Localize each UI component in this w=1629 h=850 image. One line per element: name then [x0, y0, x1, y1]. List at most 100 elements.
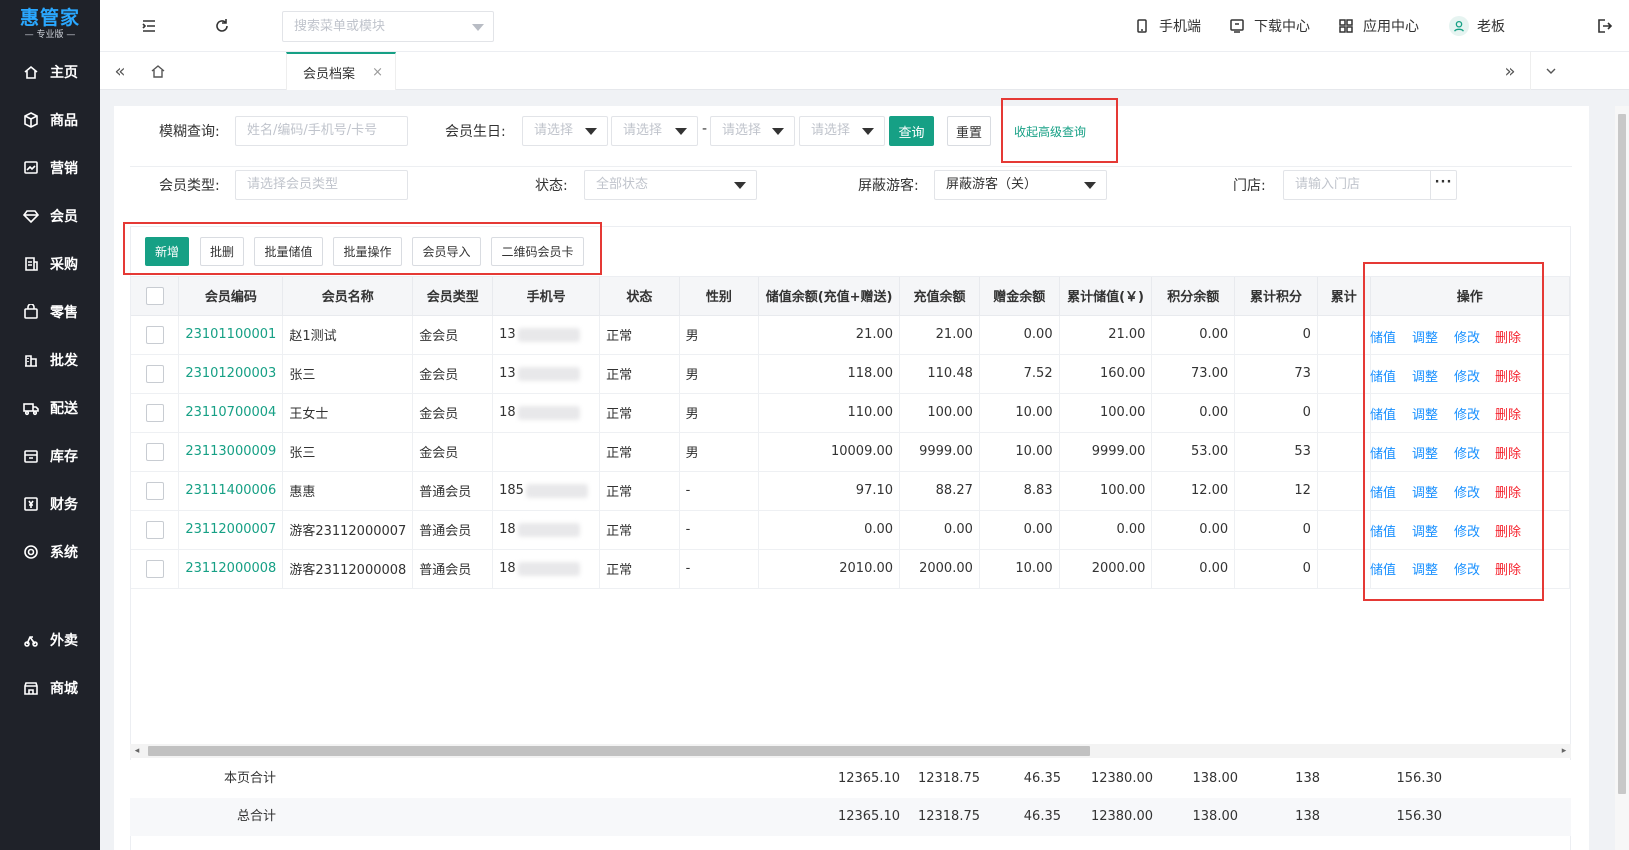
- app-center-link[interactable]: 应用中心: [1338, 16, 1419, 36]
- refresh-icon[interactable]: [213, 17, 231, 35]
- column-header[interactable]: 会员编码: [178, 277, 284, 316]
- birthday-start-month-select[interactable]: 请选择: [522, 116, 608, 146]
- menu-search-input[interactable]: 搜索菜单或模块: [282, 11, 494, 42]
- adjust-link[interactable]: 调整: [1412, 482, 1438, 501]
- column-header[interactable]: 累计积分: [1234, 277, 1318, 316]
- member-code-link[interactable]: 23113000009: [178, 432, 284, 472]
- horizontal-scrollbar[interactable]: ◂ ▸: [130, 744, 1571, 758]
- scroll-left-icon[interactable]: ◂: [130, 744, 144, 758]
- edit-link[interactable]: 修改: [1454, 404, 1480, 423]
- column-header[interactable]: 赠金余额: [979, 277, 1060, 316]
- column-header[interactable]: 状态: [599, 277, 680, 316]
- table-row[interactable]: 23112000008 游客23112000008 普通会员 18 正常 -2010.00…: [131, 549, 1570, 589]
- batch-delete-button[interactable]: 批删: [200, 237, 244, 266]
- sidebar-item[interactable]: 零售: [0, 288, 100, 336]
- row-checkbox[interactable]: [145, 442, 164, 461]
- delete-link[interactable]: 删除: [1495, 521, 1521, 540]
- recharge-link[interactable]: 储值: [1370, 482, 1396, 501]
- sidebar-item[interactable]: 主页: [0, 48, 100, 96]
- recharge-link[interactable]: 储值: [1370, 404, 1396, 423]
- row-checkbox[interactable]: [145, 403, 164, 422]
- batch-operation-button[interactable]: 批量操作: [333, 237, 402, 266]
- select-all-checkbox[interactable]: [145, 286, 164, 305]
- query-button[interactable]: 查询: [889, 116, 934, 146]
- table-row[interactable]: 23113000009 张三 金会员 正常男 10009.00 9999.00 10.00 9…: [131, 432, 1570, 472]
- row-checkbox[interactable]: [145, 481, 164, 500]
- adjust-link[interactable]: 调整: [1412, 327, 1438, 346]
- sidebar-item[interactable]: 配送: [0, 384, 100, 432]
- column-header[interactable]: 性别: [679, 277, 760, 316]
- column-header[interactable]: 储值余额(充值+赠送): [758, 277, 901, 316]
- delete-link[interactable]: 删除: [1495, 327, 1521, 346]
- batch-recharge-button[interactable]: 批量储值: [254, 237, 323, 266]
- mobile-link[interactable]: 手机端: [1134, 16, 1201, 36]
- hide-guest-select[interactable]: 屏蔽游客（关）: [934, 170, 1107, 200]
- scroll-right-icon[interactable]: ▸: [1557, 744, 1571, 758]
- user-menu[interactable]: 老板: [1449, 16, 1505, 36]
- edit-link[interactable]: 修改: [1454, 327, 1480, 346]
- tabs-scroll-right-icon[interactable]: »: [1490, 52, 1530, 90]
- sidebar-item[interactable]: 营销: [0, 144, 100, 192]
- qr-member-card-button[interactable]: 二维码会员卡: [491, 237, 584, 266]
- menu-toggle-icon[interactable]: [140, 17, 158, 35]
- row-checkbox[interactable]: [145, 364, 164, 383]
- member-import-button[interactable]: 会员导入: [412, 237, 481, 266]
- row-checkbox[interactable]: [145, 520, 164, 539]
- member-code-link[interactable]: 23110700004: [178, 393, 284, 433]
- row-checkbox[interactable]: [145, 559, 164, 578]
- scrollbar-thumb[interactable]: [1618, 114, 1626, 794]
- sidebar-item[interactable]: 系统: [0, 528, 100, 576]
- store-input[interactable]: 请输入门店 ···: [1283, 170, 1457, 200]
- birthday-end-month-select[interactable]: 请选择: [710, 116, 795, 146]
- edit-link[interactable]: 修改: [1454, 482, 1480, 501]
- status-select[interactable]: 全部状态: [584, 170, 757, 200]
- sidebar-item[interactable]: 商城: [0, 664, 100, 712]
- home-tab-icon[interactable]: [138, 52, 178, 90]
- adjust-link[interactable]: 调整: [1412, 559, 1438, 578]
- row-checkbox[interactable]: [145, 325, 164, 344]
- sidebar-item[interactable]: 批发: [0, 336, 100, 384]
- delete-link[interactable]: 删除: [1495, 443, 1521, 462]
- recharge-link[interactable]: 储值: [1370, 327, 1396, 346]
- delete-link[interactable]: 删除: [1495, 482, 1521, 501]
- delete-link[interactable]: 删除: [1495, 404, 1521, 423]
- scrollbar-thumb[interactable]: [148, 746, 1090, 756]
- recharge-link[interactable]: 储值: [1370, 443, 1396, 462]
- sidebar-item[interactable]: 商品: [0, 96, 100, 144]
- column-header[interactable]: 累计储值(￥): [1059, 277, 1153, 316]
- download-center-link[interactable]: 下载中心: [1229, 16, 1310, 36]
- logout-icon[interactable]: [1595, 17, 1613, 35]
- column-header[interactable]: 会员名称: [282, 277, 414, 316]
- member-type-select[interactable]: 请选择会员类型: [235, 170, 408, 200]
- edit-link[interactable]: 修改: [1454, 443, 1480, 462]
- birthday-start-day-select[interactable]: 请选择: [611, 116, 698, 146]
- adjust-link[interactable]: 调整: [1412, 366, 1438, 385]
- close-icon[interactable]: ×: [372, 65, 383, 80]
- sidebar-item[interactable]: 外卖: [0, 616, 100, 664]
- adjust-link[interactable]: 调整: [1412, 443, 1438, 462]
- fuzzy-query-input[interactable]: 姓名/编码/手机号/卡号: [235, 116, 408, 146]
- edit-link[interactable]: 修改: [1454, 559, 1480, 578]
- adjust-link[interactable]: 调整: [1412, 404, 1438, 423]
- column-header[interactable]: 会员类型: [412, 277, 494, 316]
- tabs-scroll-left-icon[interactable]: «: [100, 52, 140, 90]
- add-member-button[interactable]: 新增: [145, 237, 189, 266]
- tab-member-records[interactable]: 会员档案 ×: [286, 52, 396, 90]
- table-row[interactable]: 23101100001 赵1测试 金会员 13 正常男 21.00 21.00 0.00 21.…: [131, 315, 1570, 355]
- member-code-link[interactable]: 23112000007: [178, 510, 284, 550]
- column-header[interactable]: 积分余额: [1151, 277, 1236, 316]
- edit-link[interactable]: 修改: [1454, 366, 1480, 385]
- sidebar-item[interactable]: 采购: [0, 240, 100, 288]
- birthday-end-day-select[interactable]: 请选择: [799, 116, 885, 146]
- recharge-link[interactable]: 储值: [1370, 366, 1396, 385]
- member-code-link[interactable]: 23112000008: [178, 549, 284, 589]
- sidebar-item[interactable]: 财务: [0, 480, 100, 528]
- column-header[interactable]: 充值余额: [899, 277, 980, 316]
- edit-link[interactable]: 修改: [1454, 521, 1480, 540]
- member-code-link[interactable]: 23111400006: [178, 471, 284, 511]
- member-code-link[interactable]: 23101100001: [178, 315, 284, 355]
- collapse-advanced-query-link[interactable]: 收起高级查询: [1014, 123, 1086, 140]
- recharge-link[interactable]: 储值: [1370, 559, 1396, 578]
- member-code-link[interactable]: 23101200003: [178, 354, 284, 394]
- chevron-down-icon[interactable]: [1530, 52, 1570, 90]
